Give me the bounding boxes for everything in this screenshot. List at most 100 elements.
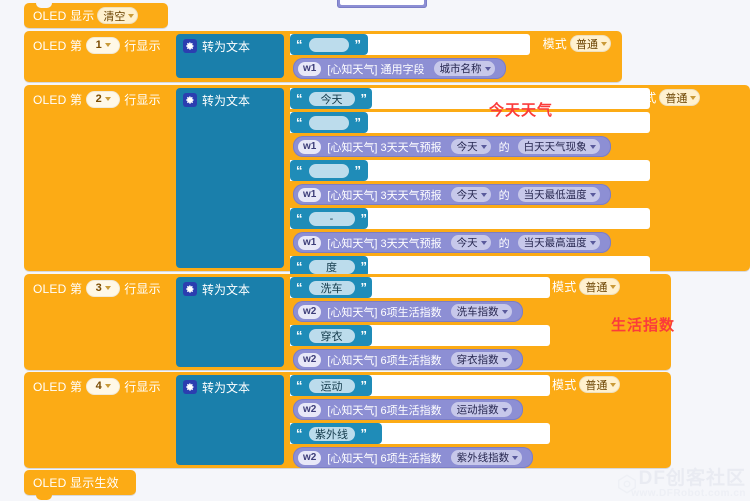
string-block-2-6-value[interactable]: - (308, 211, 355, 226)
weather-block-2-7-dropdown-1-value: 当天最高温度 (523, 237, 587, 249)
string-block-4-3-value[interactable]: 紫外线 (308, 426, 355, 441)
join-block-4[interactable]: 转为文本 (176, 375, 284, 465)
weather-block-1-2-text: [心知天气] 通用字段 (327, 63, 425, 76)
partial-weather-block-top[interactable] (337, 0, 427, 8)
oled-line-3-mode-dropdown[interactable]: 普通 (579, 278, 621, 295)
oled-line-1-number[interactable]: 1 (86, 36, 121, 54)
oled-line-1-mode-dropdown[interactable]: 普通 (570, 35, 611, 52)
weather-block-2-7-dropdown-0[interactable]: 今天 (450, 235, 491, 250)
watermark: DF创客社区 www.DFRobot.com.cn (631, 468, 746, 499)
string-block-2-2-value[interactable] (308, 115, 349, 130)
quote-close-icon: ” (360, 259, 368, 274)
oled-line-4-prefix: OLED 第 (33, 379, 83, 394)
weather-block-4-4[interactable]: w2 [心知天气] 6项生活指数 紫外线指数 (293, 447, 534, 468)
chevron-down-icon (601, 41, 607, 46)
oled-clear-mode-value: 清空 (103, 10, 126, 23)
join-block-4-head: 转为文本 (176, 375, 284, 399)
weather-block-2-5-text: [心知天气] 3天天气预报 (327, 189, 442, 202)
oled-line-1-suffix: 行显示 (124, 38, 161, 53)
chevron-down-icon (104, 384, 111, 388)
string-block-2-1-value[interactable]: 今天 (308, 91, 355, 106)
weather-block-1-2-tag: w1 (298, 61, 322, 76)
string-block-2-4[interactable]: “ ” (290, 160, 368, 181)
oled-line-2-prefix: OLED 第 (33, 92, 83, 107)
string-block-2-8-value[interactable]: 度 (308, 259, 355, 274)
weather-block-4-2[interactable]: w2 [心知天气] 6项生活指数 运动指数 (293, 399, 523, 420)
join-block-2[interactable]: 转为文本 (176, 88, 284, 268)
string-block-2-2[interactable]: “ ” (290, 112, 368, 133)
oled-display-effect-label: OLED 显示生效 (33, 476, 119, 490)
string-block-2-1[interactable]: “ 今天 ” (290, 88, 372, 109)
oled-line-1-mode-label: 模式 (542, 37, 567, 51)
weather-block-2-7-dropdown-0-value: 今天 (456, 237, 478, 249)
string-block-1-1-value[interactable] (308, 37, 349, 52)
quote-close-icon: ” (360, 280, 368, 295)
weather-block-2-3-dropdown-0[interactable]: 今天 (450, 139, 491, 154)
oled-line-4-number[interactable]: 4 (86, 377, 121, 395)
oled-line-4-mode-dropdown[interactable]: 普通 (579, 376, 621, 393)
weather-block-2-7-dropdown-1[interactable]: 当天最高温度 (517, 235, 600, 250)
weather-block-3-4[interactable]: w2 [心知天气] 6项生活指数 穿衣指数 (293, 349, 523, 370)
chevron-down-icon (104, 43, 111, 47)
chevron-down-icon (610, 382, 617, 387)
oled-line-3-number[interactable]: 3 (86, 279, 121, 297)
weather-block-4-4-dropdown-0[interactable]: 紫外线指数 (450, 450, 523, 465)
weather-block-3-2[interactable]: w2 [心知天气] 6项生活指数 洗车指数 (293, 301, 523, 322)
string-block-4-3[interactable]: “ 紫外线 ” (290, 423, 382, 444)
weather-block-2-7-text: [心知天气] 3天天气预报 (327, 237, 442, 250)
chevron-down-icon (589, 144, 596, 149)
weather-block-1-2[interactable]: w1 [心知天气] 通用字段 城市名称 (293, 58, 506, 79)
join-block-1-head: 转为文本 (176, 34, 284, 58)
oled-clear-mode-dropdown[interactable]: 清空 (97, 7, 139, 24)
oled-line-1-prefix: OLED 第 (33, 38, 83, 53)
join-block-1[interactable]: 转为文本 (176, 34, 284, 78)
string-block-1-1[interactable]: “ ” (290, 34, 368, 55)
weather-block-4-2-text: [心知天气] 6项生活指数 (327, 404, 442, 417)
weather-block-2-5-dropdown-0[interactable]: 今天 (450, 187, 491, 202)
string-block-4-1[interactable]: “ 运动 ” (290, 375, 372, 396)
string-block-3-1[interactable]: “ 洗车 ” (290, 277, 372, 298)
oled-line-3-mode-label: 模式 (552, 280, 577, 294)
weather-block-3-4-tag: w2 (298, 352, 322, 367)
join-block-3[interactable]: 转为文本 (176, 277, 284, 367)
oled-line-2-mode-dropdown[interactable]: 普通 (659, 89, 701, 106)
string-block-3-1-value[interactable]: 洗车 (308, 280, 355, 295)
oled-line-3-suffix: 行显示 (124, 281, 161, 296)
string-block-3-3[interactable]: “ 穿衣 ” (290, 325, 372, 346)
blocks-workspace[interactable]: OLED 显示 清空 OLED 第 1 行显示 模式 普通 转为文本 “ ” w… (0, 0, 750, 501)
weather-block-2-3[interactable]: w1 [心知天气] 3天天气预报 今天 的 白天天气现象 (293, 136, 611, 157)
oled-clear-block[interactable]: OLED 显示 清空 (24, 3, 168, 28)
chevron-down-icon (512, 455, 519, 460)
partial-block-inner (340, 0, 424, 5)
oled-line-row-3[interactable]: OLED 第 3 行显示 模式 普通 转为文本 “ 洗车 ” w2 [心知天气]… (24, 274, 671, 370)
weather-block-2-5-dropdown-1[interactable]: 当天最低温度 (517, 187, 600, 202)
weather-block-3-2-dropdown-0[interactable]: 洗车指数 (450, 304, 512, 319)
string-block-2-6[interactable]: “ - ” (290, 208, 368, 229)
quote-open-icon: “ (296, 378, 303, 393)
string-block-3-3-value[interactable]: 穿衣 (308, 328, 355, 343)
oled-line-row-4[interactable]: OLED 第 4 行显示 模式 普通 转为文本 “ 运动 ” w2 [心知天气]… (24, 372, 671, 468)
quote-close-icon: ” (360, 211, 368, 226)
oled-line-row-1[interactable]: OLED 第 1 行显示 模式 普通 转为文本 “ ” w1 [心知天气] 通用… (24, 31, 622, 82)
oled-line-2-number[interactable]: 2 (86, 90, 121, 108)
oled-display-effect-block[interactable]: OLED 显示生效 (24, 470, 136, 500)
weather-block-3-4-dropdown-0[interactable]: 穿衣指数 (450, 352, 512, 367)
weather-block-2-5[interactable]: w1 [心知天气] 3天天气预报 今天 的 当天最低温度 (293, 184, 611, 205)
weather-block-2-7[interactable]: w1 [心知天气] 3天天气预报 今天 的 当天最高温度 (293, 232, 611, 253)
oled-line-row-2[interactable]: OLED 第 2 行显示 模式 普通 转为文本 “ (24, 85, 750, 277)
weather-block-1-2-dropdown-0[interactable]: 城市名称 (433, 61, 495, 76)
weather-block-2-5-connector: 的 (498, 189, 510, 202)
string-block-4-1-value[interactable]: 运动 (308, 378, 355, 393)
weather-block-2-5-dropdown-0-value: 今天 (456, 189, 478, 201)
quote-open-icon: “ (296, 426, 303, 441)
weather-block-3-2-tag: w2 (298, 304, 322, 319)
join-block-2-label: 转为文本 (202, 93, 251, 108)
chevron-down-icon (501, 357, 508, 362)
weather-block-4-2-dropdown-0[interactable]: 运动指数 (450, 402, 512, 417)
string-block-2-4-value[interactable] (308, 163, 349, 178)
weather-block-4-2-dropdown-0-value: 运动指数 (456, 404, 499, 416)
oled-line-2-head: OLED 第 2 行显示 (24, 85, 161, 113)
weather-block-2-3-dropdown-1[interactable]: 白天天气现象 (517, 139, 600, 154)
weather-block-3-4-text: [心知天气] 6项生活指数 (327, 354, 442, 367)
weather-block-2-3-dropdown-0-value: 今天 (456, 141, 478, 153)
